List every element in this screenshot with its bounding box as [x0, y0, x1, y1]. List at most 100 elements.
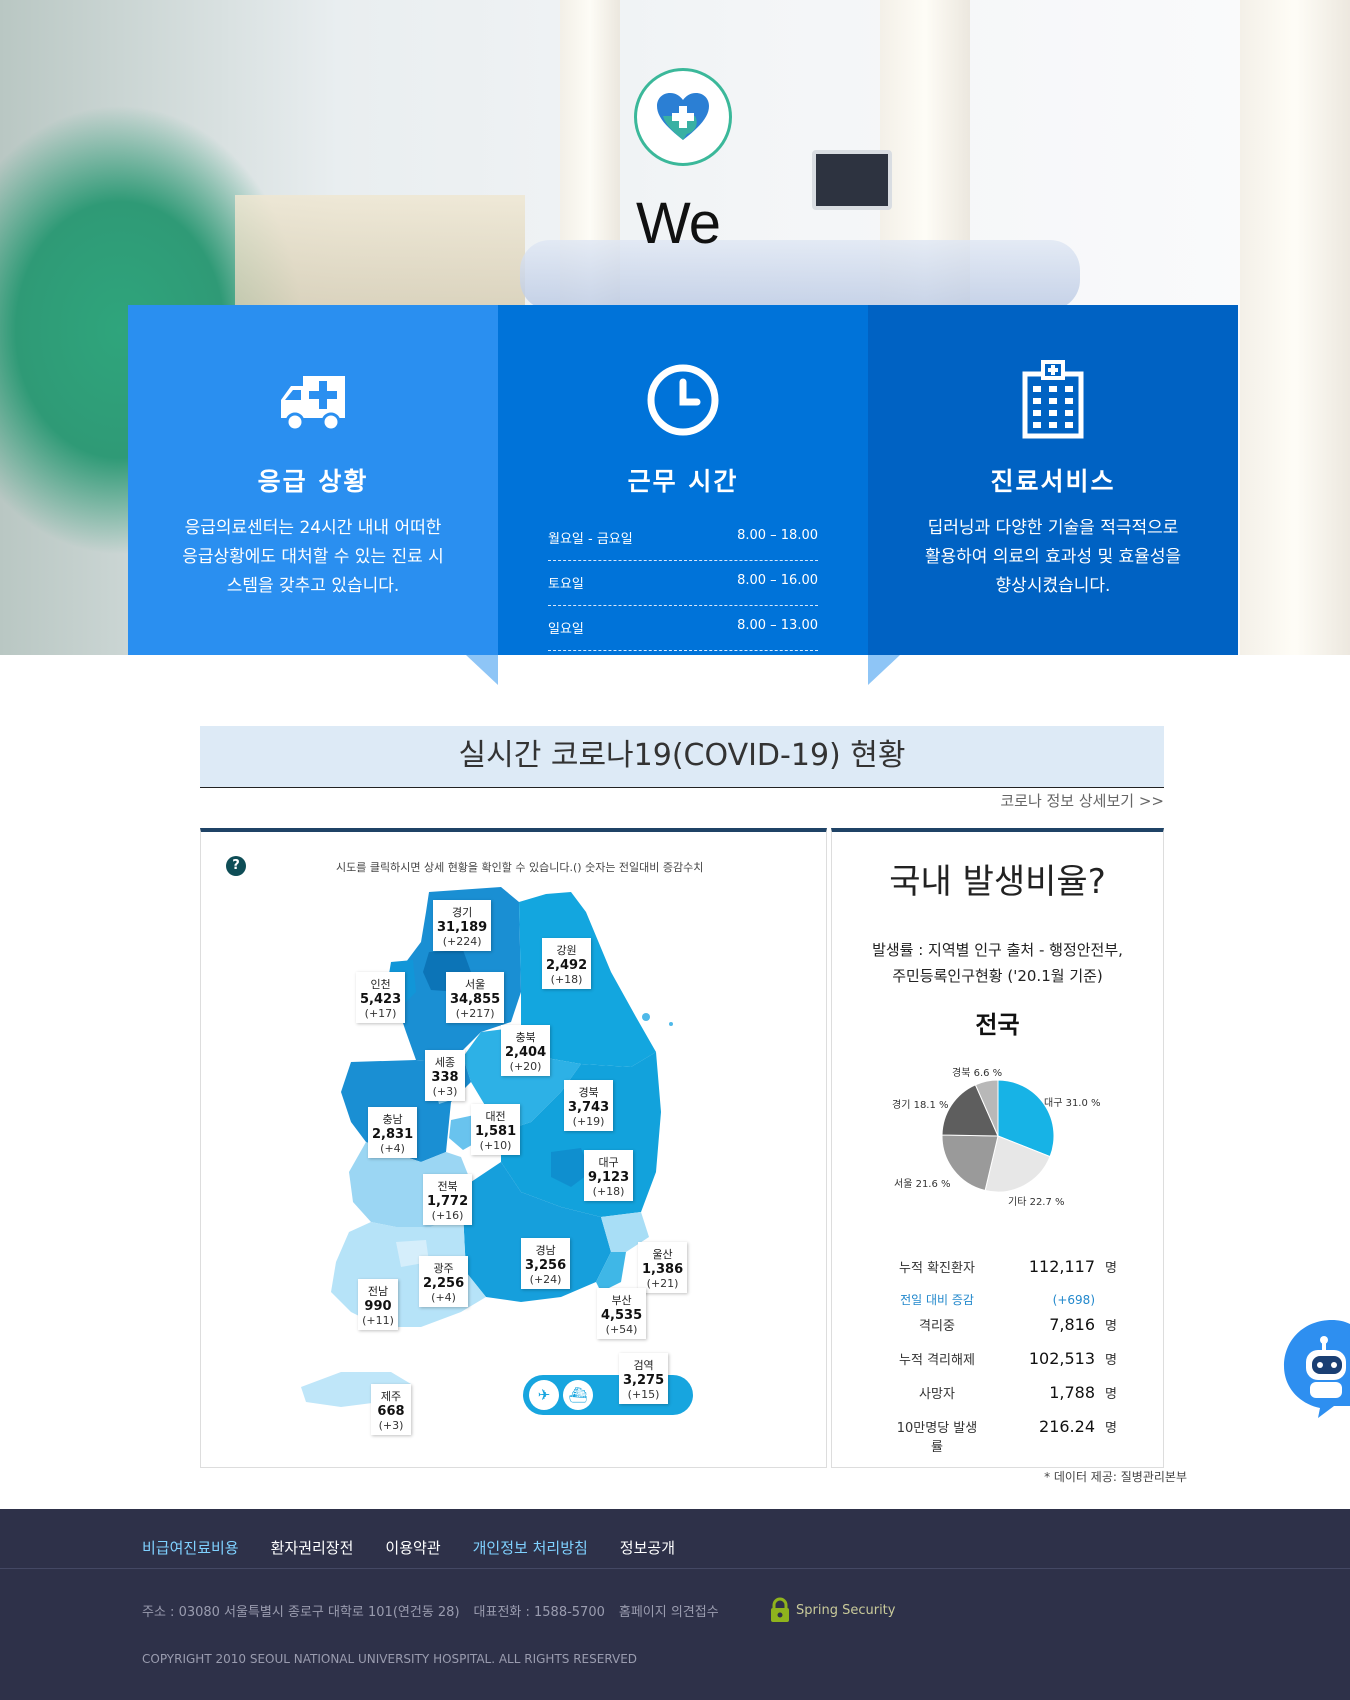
region-delta: (+21) [646, 1277, 679, 1290]
help-icon[interactable]: ? [226, 856, 246, 876]
stat-source-line: 발생률 : 지역별 인구 출처 - 행정안전부, [872, 941, 1123, 959]
hero-banner: We 응급 상황 응급의료센터는 24시간 내내 어떠한 응급상황에도 대처할 … [0, 0, 1350, 655]
region-name: 전남 [367, 1285, 389, 1298]
region-label-chungnam[interactable]: 충남 2,831 (+4) [368, 1107, 418, 1158]
region-delta: (+15) [627, 1388, 660, 1401]
region-label-incheon[interactable]: 인천 5,423 (+17) [356, 972, 406, 1023]
clock-icon [647, 364, 719, 436]
region-label-sejong[interactable]: 세종 338 (+3) [425, 1050, 465, 1101]
region-delta: (+4) [380, 1142, 405, 1155]
region-label-gwangju[interactable]: 광주 2,256 (+4) [419, 1256, 469, 1307]
region-label-gyeongnam[interactable]: 경남 3,256 (+24) [521, 1238, 571, 1289]
footer-link-terms[interactable]: 이용약관 [385, 1537, 440, 1558]
stat-value: 216.24 [1039, 1417, 1095, 1436]
covid-detail-link[interactable]: 코로나 정보 상세보기 >> [1000, 790, 1164, 811]
region-label-daejeon[interactable]: 대전 1,581 (+10) [471, 1104, 521, 1155]
hours-table: 월요일 - 금요일 8.00 – 18.00 토요일 8.00 – 16.00 … [548, 516, 818, 651]
hours-day: 토요일 [548, 577, 584, 592]
region-label-gangwon[interactable]: 강원 2,492 (+18) [542, 938, 592, 989]
footer-phone: 대표전화 : 1588-5700 [473, 1605, 605, 1620]
region-value: 1,772 [427, 1194, 469, 1209]
stat-value: (+698) [1052, 1293, 1095, 1307]
footer-copyright: COPYRIGHT 2010 SEOUL NATIONAL UNIVERSITY… [142, 1652, 638, 1666]
hours-card: 근무 시간 월요일 - 금요일 8.00 – 18.00 토요일 8.00 – … [498, 305, 868, 655]
badge-text: Spring Security [796, 1602, 896, 1618]
region-name: 울산 [652, 1248, 673, 1261]
region-delta: (+24) [529, 1273, 562, 1286]
region-value: 2,831 [372, 1127, 414, 1142]
region-label-jeju[interactable]: 제주 668 (+3) [371, 1384, 411, 1435]
stat-table: 누적 확진환자 112,117 명 전일 대비 증감 (+698) 격리중 7,… [892, 1257, 1117, 1455]
region-name: 대구 [598, 1156, 619, 1169]
region-name: 대전 [485, 1110, 506, 1123]
region-name: 경기 [451, 906, 473, 919]
stat-label: 10만명당 발생률 [896, 1421, 978, 1455]
pie-label: 기타 22.7 % [1008, 1197, 1065, 1208]
footer-link-disclosure[interactable]: 정보공개 [620, 1537, 675, 1558]
region-label-daegu[interactable]: 대구 9,123 (+18) [584, 1150, 634, 1201]
region-value: 31,189 [437, 920, 488, 935]
region-delta: (+18) [592, 1185, 625, 1198]
map-island [669, 1022, 673, 1026]
region-delta: (+16) [431, 1209, 464, 1222]
region-value: 1,581 [475, 1124, 517, 1139]
covid-map-panel: ? 시도를 클릭하시면 상세 현황을 확인할 수 있습니다.() 숫자는 전일대… [200, 828, 827, 1468]
region-label-seoul[interactable]: 서울 34,855 (+217) [446, 972, 505, 1023]
region-name: 광주 [433, 1262, 454, 1275]
stat-source: 발생률 : 지역별 인구 출처 - 행정안전부, 주민등록인구현황 ('20.1… [832, 937, 1163, 989]
region-value: 3,275 [623, 1373, 665, 1388]
region-value: 9,123 [588, 1170, 630, 1185]
stat-unit: 명 [1105, 1353, 1117, 1368]
region-name: 경남 [535, 1244, 556, 1257]
region-name: 인천 [370, 978, 391, 991]
footer-feedback-link[interactable]: 홈페이지 의견접수 [619, 1601, 719, 1620]
region-name: 부산 [611, 1294, 632, 1307]
region-label-gyeongbuk[interactable]: 경북 3,743 (+19) [564, 1080, 614, 1131]
stat-value: 102,513 [1028, 1349, 1095, 1368]
region-value: 2,256 [423, 1276, 465, 1291]
stat-label: 누적 격리해제 [899, 1353, 975, 1368]
region-label-jeonbuk[interactable]: 전북 1,772 (+16) [423, 1174, 473, 1225]
ambulance-icon [281, 376, 345, 432]
stat-value: 112,117 [1028, 1257, 1095, 1276]
region-delta: (+3) [378, 1419, 404, 1432]
footer-address-text: 주소 : 03080 서울특별시 종로구 대학로 101(연건동 28) [142, 1605, 460, 1620]
region-delta: (+224) [442, 935, 482, 948]
stat-label: 격리중 [919, 1319, 955, 1334]
region-label-gyeonggi[interactable]: 경기 31,189 (+224) [433, 900, 492, 951]
chatbot-robot-icon[interactable] [1282, 1318, 1350, 1418]
airplane-icon: ✈ [529, 1380, 559, 1410]
region-value: 2,404 [505, 1045, 547, 1060]
region-label-jeonnam[interactable]: 전남 990 (+11) [358, 1279, 398, 1330]
footer-link-patient-rights[interactable]: 환자권리장전 [271, 1537, 354, 1558]
ratio-pie-chart: 경북 6.6 % 경기 18.1 % 대구 31.0 % 서울 21.6 % 기… [832, 1050, 1165, 1240]
footer-link-privacy[interactable]: 개인정보 처리방침 [473, 1537, 588, 1558]
service-card: 진료서비스 딥러닝과 다양한 기술을 적극적으로 활용하여 의료의 효과성 및 … [868, 305, 1238, 655]
hours-row: 일요일 8.00 – 13.00 [548, 606, 818, 651]
region-name: 충남 [382, 1113, 403, 1126]
region-label-quarantine[interactable]: 검역 3,275 (+15) [619, 1353, 669, 1404]
card-text: 딥러닝과 다양한 기술을 적극적으로 활용하여 의료의 효과성 및 효율성을 향… [924, 518, 1182, 596]
region-label-chungbuk[interactable]: 충북 2,404 (+20) [501, 1025, 551, 1076]
region-name: 서울 [464, 978, 486, 991]
region-name: 충북 [515, 1031, 536, 1044]
region-name: 강원 [556, 944, 577, 957]
hours-time: 8.00 – 16.00 [737, 573, 818, 588]
stat-row: 누적 확진환자 112,117 명 [892, 1257, 1117, 1291]
card-text: 응급의료센터는 24시간 내내 어떠한 응급상황에도 대처할 수 있는 진료 시… [182, 518, 444, 596]
region-label-ulsan[interactable]: 울산 1,386 (+21) [638, 1242, 688, 1293]
footer-nav: 비급여진료비용 환자권리장전 이용약관 개인정보 처리방침 정보공개 [142, 1537, 675, 1558]
footer-link-noncovered-fees[interactable]: 비급여진료비용 [142, 1537, 239, 1558]
stat-row: 사망자 1,788 명 [892, 1383, 1117, 1417]
region-label-busan[interactable]: 부산 4,535 (+54) [597, 1288, 647, 1339]
stat-unit: 명 [1105, 1319, 1117, 1334]
region-value: 3,256 [525, 1258, 567, 1273]
pie-label: 경북 6.6 % [952, 1068, 1003, 1079]
domestic-ratio-panel: 국내 발생비율? 발생률 : 지역별 인구 출처 - 행정안전부, 주민등록인구… [831, 828, 1164, 1468]
region-delta: (+54) [605, 1323, 638, 1336]
stat-label: 사망자 [919, 1387, 955, 1402]
hours-time: 8.00 – 13.00 [737, 618, 818, 633]
region-value: 2,492 [546, 958, 588, 973]
card-title: 근무 시간 [627, 467, 739, 496]
monitor-image [812, 150, 892, 210]
